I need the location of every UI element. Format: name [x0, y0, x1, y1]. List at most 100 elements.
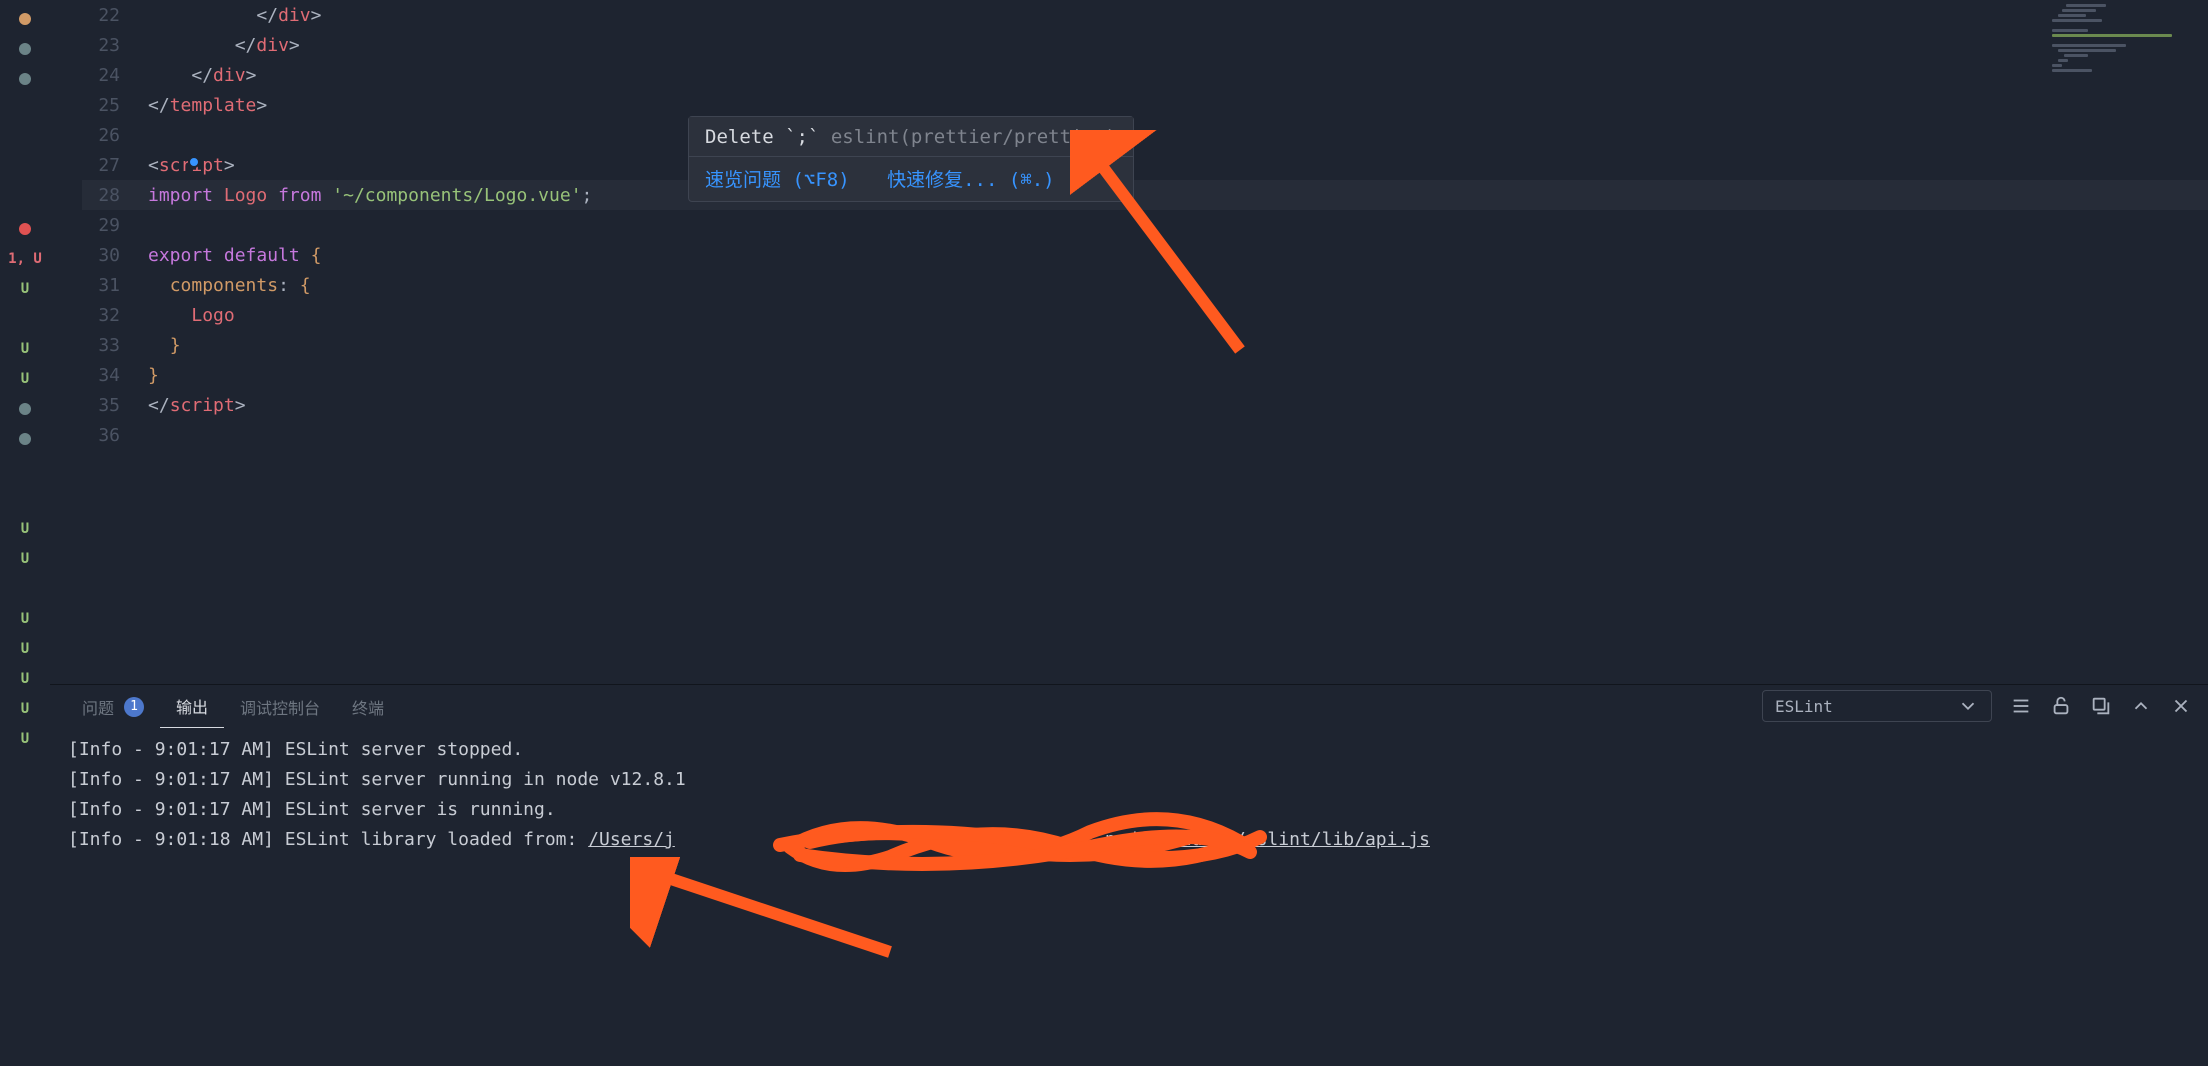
code-line[interactable]: 36	[82, 420, 2208, 450]
gutter-marker: U	[0, 364, 50, 394]
code-content: import Logo from '~/components/Logo.vue'…	[148, 185, 592, 206]
gutter-marker	[0, 34, 50, 64]
code-content: }	[148, 365, 159, 386]
code-line[interactable]: 22 </div>	[82, 0, 2208, 30]
gutter-marker: U	[0, 724, 50, 754]
breakpoint-hint-icon[interactable]	[188, 156, 200, 168]
code-line[interactable]: 30export default {	[82, 240, 2208, 270]
tab-terminal[interactable]: 终端	[336, 685, 400, 728]
gutter-marker: 1, U	[0, 244, 50, 274]
log-line: [Info - 9:01:17 AM] ESLint server runnin…	[68, 765, 2190, 795]
code-line[interactable]: 25</template>	[82, 90, 2208, 120]
tab-problems[interactable]: 问题 1	[66, 685, 160, 728]
line-number: 26	[82, 125, 148, 146]
code-line[interactable]: 23 </div>	[82, 30, 2208, 60]
gutter-marker	[0, 484, 50, 514]
code-content: }	[148, 335, 181, 356]
status-dot-icon	[19, 433, 31, 445]
diagnostic-message: Delete `;` eslint(prettier/prettier)	[689, 117, 1133, 157]
gutter-marker: U	[0, 514, 50, 544]
line-number: 34	[82, 365, 148, 386]
code-content: export default {	[148, 245, 321, 266]
panel-tabbar: 问题 1 输出 调试控制台 终端 ESLint	[50, 685, 2208, 727]
gutter-marker	[0, 454, 50, 484]
tab-problems-label: 问题	[82, 695, 114, 719]
gutter-marker: U	[0, 694, 50, 724]
gutter-marker: U	[0, 664, 50, 694]
gutter-marker	[0, 304, 50, 334]
status-dot-icon	[19, 73, 31, 85]
code-content: </div>	[148, 35, 300, 56]
gutter-marker: U	[0, 604, 50, 634]
code-line[interactable]: 26	[82, 120, 2208, 150]
chevron-down-icon	[1957, 695, 1979, 717]
status-dot-icon	[19, 13, 31, 25]
annotation-arrow	[630, 857, 910, 967]
problems-count-badge: 1	[124, 697, 144, 717]
peek-problem-link[interactable]: 速览问题 (⌥F8)	[705, 169, 850, 191]
gutter-marker	[0, 184, 50, 214]
status-dot-icon	[19, 43, 31, 55]
code-content: Logo	[148, 305, 235, 326]
gutter-marker	[0, 154, 50, 184]
gutter-marker	[0, 64, 50, 94]
code-line[interactable]: 35</script>	[82, 390, 2208, 420]
line-number: 29	[82, 215, 148, 236]
line-number: 35	[82, 395, 148, 416]
code-line[interactable]: 34}	[82, 360, 2208, 390]
code-content: components: {	[148, 275, 311, 296]
log-line: [Info - 9:01:18 AM] ESLint library loade…	[68, 825, 2190, 855]
gutter-marker: U	[0, 634, 50, 664]
tab-output[interactable]: 输出	[160, 684, 224, 728]
code-line[interactable]: 32 Logo	[82, 300, 2208, 330]
gutter-marker: U	[0, 274, 50, 304]
code-line[interactable]: 28import Logo from '~/components/Logo.vu…	[82, 180, 2208, 210]
status-dot-icon	[19, 403, 31, 415]
output-log[interactable]: [Info - 9:01:17 AM] ESLint server stoppe…	[50, 727, 2208, 1066]
close-panel-icon[interactable]	[2170, 695, 2192, 717]
code-line[interactable]: 27<script>	[82, 150, 2208, 180]
line-number: 23	[82, 35, 148, 56]
code-editor[interactable]: 22 </div>23 </div>24 </div>25</template>…	[50, 0, 2208, 684]
gutter-marker	[0, 394, 50, 424]
line-number: 36	[82, 425, 148, 446]
line-number: 33	[82, 335, 148, 356]
quick-fix-link[interactable]: 快速修复... (⌘.)	[887, 169, 1055, 191]
line-number: 30	[82, 245, 148, 266]
code-line[interactable]: 31 components: {	[82, 270, 2208, 300]
code-line[interactable]: 24 </div>	[82, 60, 2208, 90]
code-content: </div>	[148, 65, 256, 86]
log-path[interactable]: /Users/j	[588, 829, 675, 850]
output-channel-select[interactable]: ESLint	[1762, 690, 1992, 722]
log-path[interactable]: node_modules/eslint/lib/api.js	[1105, 829, 1430, 850]
code-content: </template>	[148, 95, 267, 116]
line-number: 27	[82, 155, 148, 176]
output-channel-label: ESLint	[1775, 697, 1833, 716]
code-content: </script>	[148, 395, 246, 416]
gutter-marker	[0, 424, 50, 454]
code-line[interactable]: 29	[82, 210, 2208, 240]
bottom-panel: 问题 1 输出 调试控制台 终端 ESLint	[50, 684, 2208, 1066]
diagnostic-text: Delete `;`	[705, 126, 819, 148]
line-number: 28	[82, 185, 148, 206]
chevron-up-icon[interactable]	[2130, 695, 2152, 717]
gutter-marker	[0, 4, 50, 34]
gutter-marker: U	[0, 544, 50, 574]
gutter-marker: U	[0, 334, 50, 364]
list-icon[interactable]	[2010, 695, 2032, 717]
line-number: 24	[82, 65, 148, 86]
log-line: [Info - 9:01:17 AM] ESLint server stoppe…	[68, 735, 2190, 765]
code-line[interactable]: 33 }	[82, 330, 2208, 360]
gutter-marker	[0, 214, 50, 244]
gutter-marker	[0, 574, 50, 604]
gutter-marker	[0, 124, 50, 154]
clear-output-icon[interactable]	[2090, 695, 2112, 717]
gutter-marker	[0, 94, 50, 124]
line-number: 31	[82, 275, 148, 296]
lock-icon[interactable]	[2050, 695, 2072, 717]
line-number: 25	[82, 95, 148, 116]
status-dot-icon	[19, 223, 31, 235]
log-line: [Info - 9:01:17 AM] ESLint server is run…	[68, 795, 2190, 825]
diagnostic-rule: eslint(prettier/prettier)	[819, 126, 1116, 148]
tab-debug-console[interactable]: 调试控制台	[224, 685, 336, 728]
